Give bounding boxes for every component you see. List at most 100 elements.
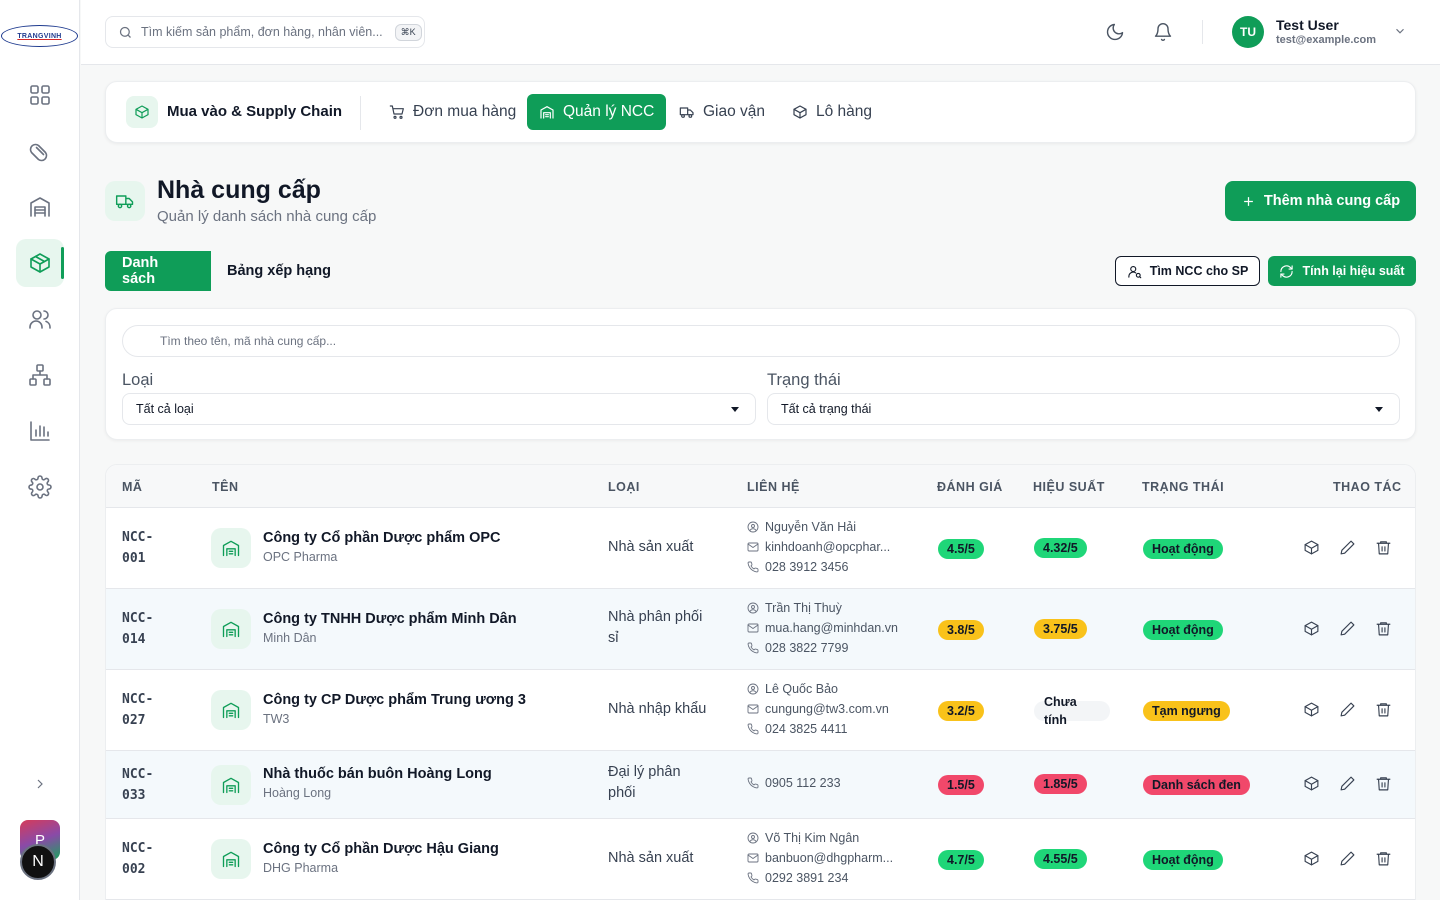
- user-name[interactable]: Test User: [1276, 17, 1339, 33]
- trash-icon: [1376, 622, 1391, 636]
- supplier-name[interactable]: Công ty TNHH Dược phẩm Minh Dân: [263, 611, 517, 627]
- performance-badge: 4.32/5: [1034, 538, 1087, 558]
- contact-email[interactable]: mua.hang@minhdan.vn: [747, 621, 917, 635]
- supplier-name[interactable]: Công ty CP Dược phẩm Trung ương 3: [263, 692, 526, 708]
- tab-list[interactable]: Danh sách: [105, 251, 211, 291]
- sidebar-expand-button[interactable]: [28, 772, 52, 796]
- add-supplier-button[interactable]: Thêm nhà cung cấp: [1225, 181, 1416, 221]
- user-email: test@example.com: [1276, 34, 1376, 46]
- tab-label: Lô hàng: [816, 103, 873, 120]
- module-divider: [360, 96, 361, 130]
- edit-button[interactable]: [1339, 775, 1357, 793]
- recalculate-performance-button[interactable]: Tính lại hiệu suất: [1268, 256, 1416, 286]
- tab-logistics[interactable]: Giao vận: [667, 94, 777, 130]
- gear-icon: [28, 475, 52, 499]
- supplier-short-name: OPC Pharma: [263, 550, 338, 564]
- phone-icon: [747, 872, 759, 884]
- supplier-name[interactable]: Nhà thuốc bán buôn Hoàng Long: [263, 766, 492, 782]
- contact-phone[interactable]: 024 3825 4411: [747, 722, 917, 736]
- type-filter-select[interactable]: Tất cả loại: [122, 393, 756, 425]
- view-products-button[interactable]: [1303, 620, 1321, 638]
- contact-email[interactable]: banbuon@dhgpharm...: [747, 851, 917, 865]
- contact-phone[interactable]: 0292 3891 234: [747, 871, 917, 885]
- table-row[interactable]: NCC- 014 Công ty TNHH Dược phẩm Minh Dân …: [106, 589, 1415, 670]
- view-products-button[interactable]: [1303, 775, 1321, 793]
- tab-batches[interactable]: Lô hàng: [780, 94, 884, 130]
- view-products-button[interactable]: [1303, 539, 1321, 557]
- edit-button[interactable]: [1339, 701, 1357, 719]
- supplier-avatar: [211, 609, 251, 649]
- contact-phone[interactable]: 028 3912 3456: [747, 560, 917, 574]
- delete-button[interactable]: [1375, 775, 1393, 793]
- truck-icon: [115, 195, 134, 209]
- user-menu-toggle[interactable]: [1393, 24, 1407, 38]
- mail-icon: [747, 704, 759, 714]
- tab-purchase-orders[interactable]: Đơn mua hàng: [377, 94, 528, 130]
- module-icon: [126, 96, 158, 128]
- supplier-name[interactable]: Công ty Cổ phần Dược Hậu Giang: [263, 841, 499, 857]
- supplier-avatar: [211, 765, 251, 805]
- supplier-short-name: Minh Dân: [263, 631, 317, 645]
- table-row[interactable]: NCC- 001 Công ty Cổ phần Dược phẩm OPC OP…: [106, 508, 1415, 589]
- supplier-name[interactable]: Công ty Cổ phần Dược phẩm OPC: [263, 530, 501, 546]
- status-filter-select[interactable]: Tất cả trạng thái: [767, 393, 1400, 425]
- table-row[interactable]: NCC- 033 Nhà thuốc bán buôn Hoàng Long Ho…: [106, 751, 1415, 819]
- brand-logo[interactable]: TRANGVINH: [1, 25, 78, 47]
- sidebar-item-warehouse[interactable]: [16, 183, 64, 231]
- theme-toggle-button[interactable]: [1103, 20, 1127, 44]
- delete-button[interactable]: [1375, 539, 1393, 557]
- user-avatar-small[interactable]: N: [20, 844, 56, 880]
- contact-email[interactable]: kinhdoanh@opcphar...: [747, 540, 917, 554]
- rating-badge: 4.5/5: [938, 539, 984, 559]
- dropdown-arrow-icon: [1375, 407, 1383, 412]
- global-search-input[interactable]: Tìm kiếm sản phẩm, đơn hàng, nhân viên..…: [105, 16, 425, 48]
- supplier-code: NCC- 027: [122, 692, 154, 728]
- edit-button[interactable]: [1339, 620, 1357, 638]
- network-icon: [29, 364, 51, 386]
- find-supplier-button[interactable]: Tìm NCC cho SP: [1115, 256, 1260, 286]
- tab-ranking[interactable]: Bảng xếp hạng: [227, 251, 331, 291]
- refresh-icon: [1280, 264, 1294, 278]
- notifications-button[interactable]: [1151, 20, 1175, 44]
- sidebar-item-supply-chain[interactable]: [16, 239, 64, 287]
- sidebar-item-dashboard[interactable]: [16, 71, 64, 119]
- contact-phone[interactable]: 0905 112 233: [747, 776, 917, 790]
- view-products-button[interactable]: [1303, 850, 1321, 868]
- sidebar-item-reports[interactable]: [16, 407, 64, 455]
- edit-button[interactable]: [1339, 850, 1357, 868]
- sidebar-item-settings[interactable]: [16, 463, 64, 511]
- cart-icon: [389, 105, 404, 119]
- supplier-search-input[interactable]: Tìm theo tên, mã nhà cung cấp...: [122, 325, 1400, 357]
- tab-supplier-management[interactable]: Quản lý NCC: [527, 94, 667, 130]
- supplier-avatar: [211, 690, 251, 730]
- contact-email[interactable]: cungung@tw3.com.vn: [747, 702, 917, 716]
- table-row[interactable]: NCC- 002 Công ty Cổ phần Dược Hậu Giang D…: [106, 819, 1415, 900]
- view-products-button[interactable]: [1303, 701, 1321, 719]
- users-icon: [29, 310, 51, 329]
- delete-button[interactable]: [1375, 850, 1393, 868]
- delete-button[interactable]: [1375, 701, 1393, 719]
- performance-badge: 3.75/5: [1034, 619, 1087, 639]
- pencil-icon: [1340, 540, 1355, 555]
- edit-button[interactable]: [1339, 539, 1357, 557]
- page-title: Nhà cung cấp: [157, 176, 321, 204]
- column-header-code: MÃ: [122, 480, 143, 494]
- table-row[interactable]: NCC- 027 Công ty CP Dược phẩm Trung ương …: [106, 670, 1415, 751]
- bell-icon: [1154, 23, 1172, 41]
- supplier-type: Nhà sản xuất: [608, 539, 694, 555]
- pencil-icon: [1340, 621, 1355, 636]
- trash-icon: [1376, 541, 1391, 555]
- status-badge: Hoạt động: [1143, 620, 1223, 640]
- box-icon: [1304, 776, 1319, 791]
- pill-icon: [29, 143, 48, 162]
- user-avatar[interactable]: TU: [1232, 16, 1264, 48]
- building-icon: [540, 106, 554, 119]
- sidebar-item-medicine[interactable]: [16, 127, 64, 175]
- page-icon: [105, 181, 145, 221]
- supplier-code: NCC- 033: [122, 767, 154, 803]
- contact-phone[interactable]: 028 3822 7799: [747, 641, 917, 655]
- delete-button[interactable]: [1375, 620, 1393, 638]
- sidebar-item-users[interactable]: [16, 295, 64, 343]
- sidebar-item-organization[interactable]: [16, 351, 64, 399]
- active-indicator: [61, 247, 64, 279]
